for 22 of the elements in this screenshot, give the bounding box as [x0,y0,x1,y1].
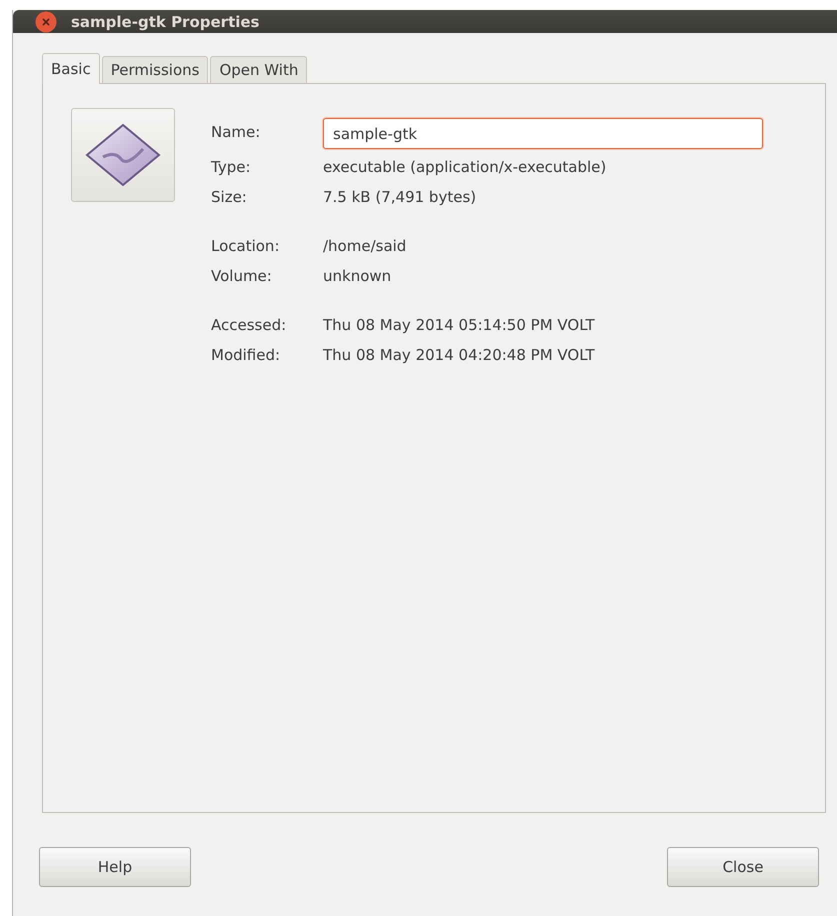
dialog-button[interactable]: Help [39,847,191,887]
field-label: Size: [211,188,248,206]
field-label: Type: [211,158,252,176]
field-label: Location: [211,237,280,255]
window-title: sample-gtk Properties [71,12,260,30]
field-label: Name: [211,123,262,141]
field-value: unknown [323,267,392,285]
field-value: 7.5 kB (7,491 bytes) [323,188,478,206]
field-value: /home/said [323,237,408,255]
diamond-icon [85,123,161,187]
field-label: Accessed: [211,316,288,334]
tab[interactable]: Open With [210,56,308,83]
close-icon[interactable] [35,10,57,32]
field-label: Modified: [211,346,282,364]
field-value: Thu 08 May 2014 04:20:48 PM VOLT [323,346,596,364]
tab[interactable]: Basic [42,53,100,84]
dialog-button[interactable]: Close [667,847,819,887]
name-field[interactable]: sample-gtk [323,118,763,149]
field-value: executable (application/x-executable) [323,158,608,176]
field-value: Thu 08 May 2014 05:14:50 PM VOLT [323,316,596,334]
tab[interactable]: Permissions [102,56,208,83]
field-label: Volume: [211,267,273,285]
